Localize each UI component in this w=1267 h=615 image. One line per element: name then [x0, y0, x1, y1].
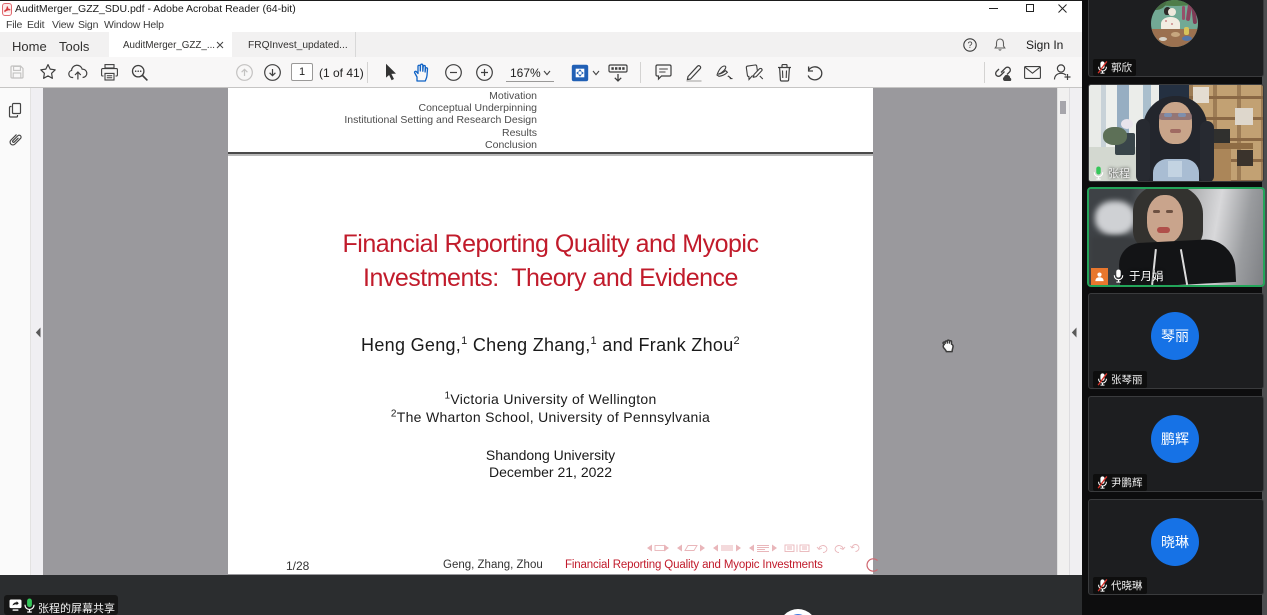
svg-text:?: ? — [967, 40, 972, 50]
